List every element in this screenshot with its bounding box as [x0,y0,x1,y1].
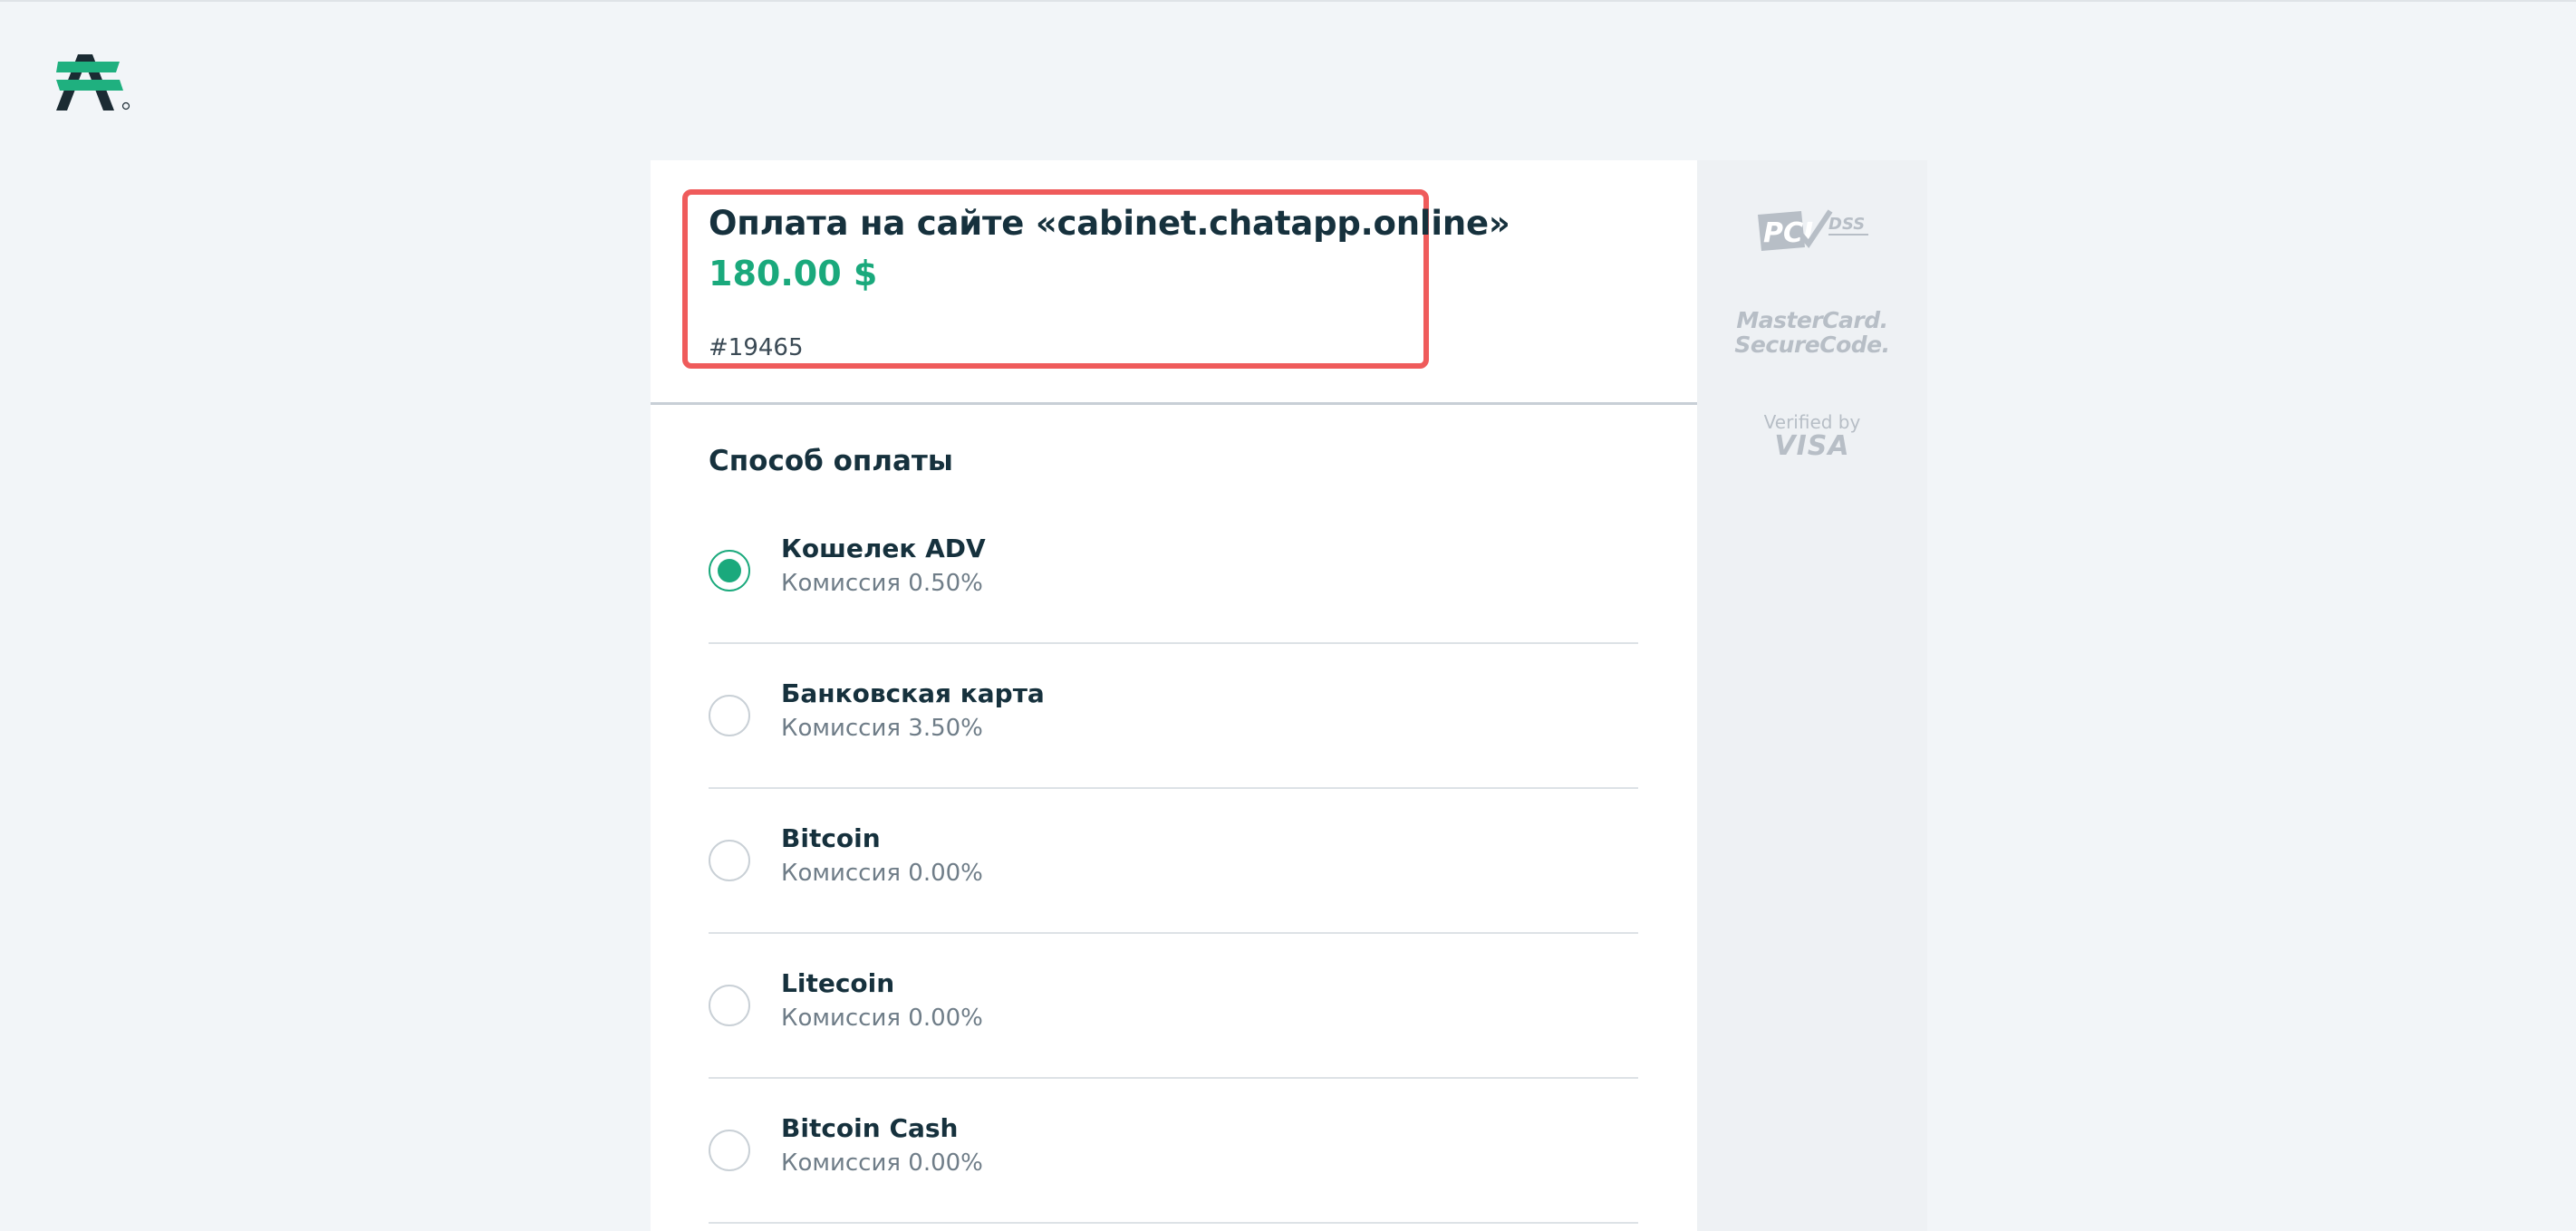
method-name: Кошелек ADV [781,534,986,563]
method-name: Bitcoin Cash [781,1113,959,1143]
order-id: #19465 [709,334,804,361]
method-fee: Комиссия 0.50% [781,570,983,597]
payment-method-adv-wallet[interactable]: Кошелек ADV Комиссия 0.50% [709,499,1638,644]
payment-method-bitcoin[interactable]: Bitcoin Комиссия 0.00% [709,789,1638,934]
payment-header: Оплата на сайте «cabinet.chatapp.online»… [651,160,1697,405]
method-name: Litecoin [781,968,895,998]
method-fee: Комиссия 0.00% [781,1149,983,1177]
method-fee: Комиссия 0.00% [781,1005,983,1032]
top-border [0,0,2576,2]
radio-button[interactable] [709,985,750,1026]
payment-method-bank-card[interactable]: Банковская карта Комиссия 3.50% [709,644,1638,789]
radio-button[interactable] [709,695,750,736]
svg-text:DSS: DSS [1828,215,1865,234]
payment-method-list: Кошелек ADV Комиссия 0.50% Банковская ка… [709,499,1638,1224]
radio-button[interactable] [709,1130,750,1171]
radio-dot-icon [718,559,741,582]
advcash-logo-icon[interactable] [56,49,132,112]
security-badges-panel: PCI DSS MasterCard. SecureCode. Verified… [1697,160,1927,1231]
method-fee: Комиссия 0.00% [781,860,983,887]
payment-title: Оплата на сайте «cabinet.chatapp.online» [709,204,1510,243]
visa-logo: VISA [1774,430,1850,462]
payment-amount: 180.00 $ [709,254,878,293]
radio-button-selected[interactable] [709,550,750,591]
mastercard-securecode-logo: MasterCard. SecureCode. [1734,307,1890,358]
method-name: Bitcoin [781,823,881,853]
payment-card: Оплата на сайте «cabinet.chatapp.online»… [651,160,1697,1231]
radio-button[interactable] [709,840,750,881]
method-name: Банковская карта [781,678,1045,708]
method-fee: Комиссия 3.50% [781,715,983,742]
payment-method-bitcoin-cash[interactable]: Bitcoin Cash Комиссия 0.00% [709,1079,1638,1224]
payment-method-heading: Способ оплаты [709,445,953,477]
payment-method-litecoin[interactable]: Litecoin Комиссия 0.00% [709,934,1638,1079]
pci-dss-logo-icon: PCI DSS [1697,207,1927,255]
